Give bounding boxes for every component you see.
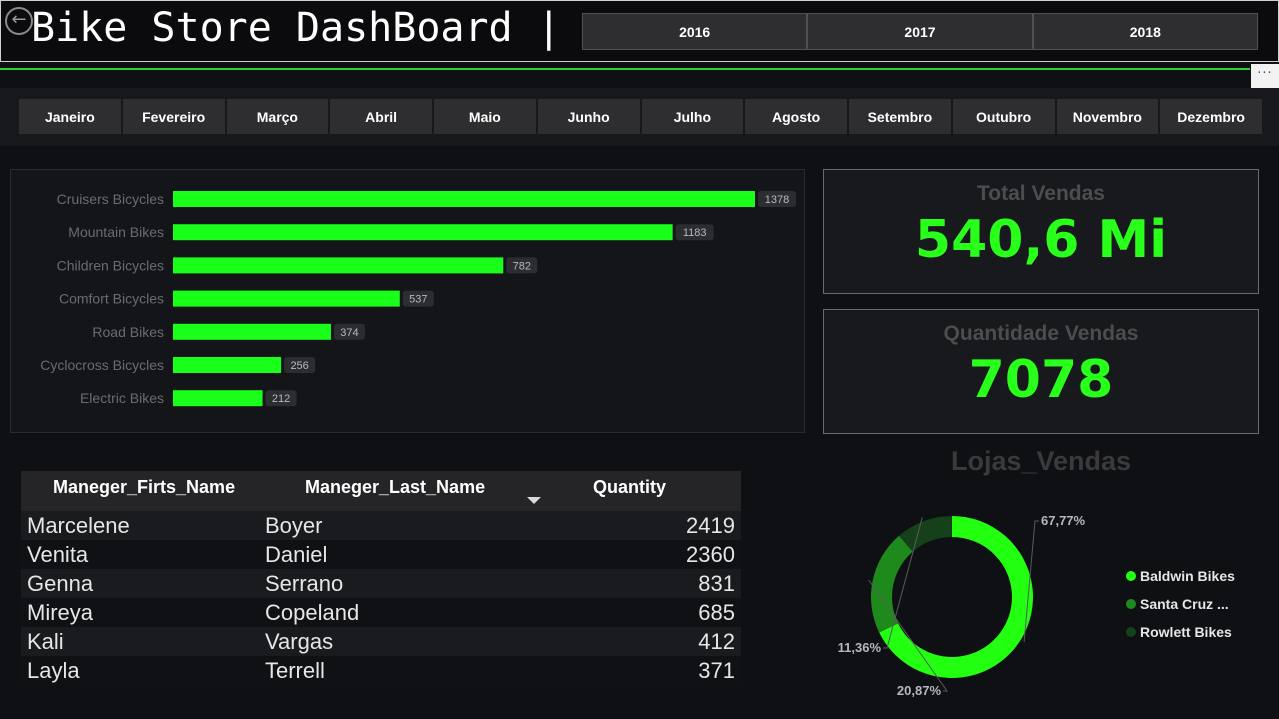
category-tick-label: Cyclocross Bicycles bbox=[40, 357, 164, 373]
data-label: 374 bbox=[340, 327, 358, 339]
month-button-abril[interactable]: Abril bbox=[330, 99, 432, 134]
bar[interactable] bbox=[173, 224, 673, 241]
legend-dot-icon bbox=[1126, 627, 1136, 637]
bar[interactable] bbox=[173, 191, 755, 207]
cell-quantity: 412 bbox=[698, 628, 735, 654]
cell-first-name: Layla bbox=[27, 657, 80, 683]
data-label: 782 bbox=[513, 260, 531, 272]
category-tick-label: Comfort Bicycles bbox=[59, 291, 164, 307]
slice-percent-label: 11,36% bbox=[838, 640, 882, 655]
bar[interactable] bbox=[173, 257, 504, 274]
cell-quantity: 2419 bbox=[686, 512, 735, 538]
month-button-maro[interactable]: Março bbox=[226, 99, 329, 134]
data-label: 212 bbox=[272, 393, 290, 405]
cell-last-name: Vargas bbox=[265, 628, 334, 654]
month-button-junho[interactable]: Junho bbox=[537, 99, 640, 134]
header-first-name[interactable]: Maneger_Firts_Name bbox=[21, 471, 265, 511]
data-label: 1183 bbox=[683, 227, 707, 239]
bar[interactable] bbox=[173, 290, 400, 307]
category-tick-label: Children Bicycles bbox=[57, 257, 164, 273]
leader-line bbox=[868, 579, 948, 692]
cell-first-name: Marcelene bbox=[27, 512, 130, 538]
cell-last-name: Terrell bbox=[265, 657, 325, 683]
year-button-2018[interactable]: 2018 bbox=[1032, 13, 1258, 50]
year-button-2017[interactable]: 2017 bbox=[807, 13, 1033, 50]
quantity-sales-label: Quantidade Vendas bbox=[943, 322, 1139, 345]
cell-first-name: Venita bbox=[27, 541, 89, 567]
sort-descending-icon[interactable] bbox=[527, 497, 541, 504]
month-button-dezembro[interactable]: Dezembro bbox=[1160, 99, 1262, 134]
legend-dot-icon bbox=[1126, 571, 1136, 581]
data-label: 537 bbox=[409, 294, 427, 306]
page-title: Bike Store DashBoard | bbox=[31, 5, 561, 51]
cell-first-name: Mireya bbox=[27, 599, 94, 625]
managers-table: Maneger_Firts_Name Maneger_Last_Name Qua… bbox=[21, 471, 741, 685]
legend-item[interactable]: Santa Cruz ... bbox=[1126, 590, 1235, 618]
cell-last-name: Boyer bbox=[265, 512, 323, 538]
year-slicer: 2016 2017 2018 bbox=[582, 13, 1258, 50]
month-button-novembro[interactable]: Novembro bbox=[1056, 99, 1159, 134]
dashboard-page: ← Bike Store DashBoard | 2016 2017 2018 … bbox=[0, 0, 1279, 719]
table-header: Maneger_Firts_Name Maneger_Last_Name Qua… bbox=[21, 471, 741, 511]
more-options-icon[interactable]: ··· bbox=[1251, 64, 1279, 88]
header-last-name[interactable]: Maneger_Last_Name bbox=[265, 471, 555, 511]
month-button-maio[interactable]: Maio bbox=[434, 99, 536, 134]
month-button-janeiro[interactable]: Janeiro bbox=[19, 99, 121, 134]
cell-last-name: Copeland bbox=[265, 599, 360, 625]
cell-first-name: Kali bbox=[27, 628, 64, 654]
category-tick-label: Mountain Bikes bbox=[68, 224, 164, 240]
legend-label: Santa Cruz ... bbox=[1140, 596, 1229, 612]
donut-title: Lojas_Vendas bbox=[950, 446, 1132, 476]
month-button-fevereiro[interactable]: Fevereiro bbox=[122, 99, 225, 134]
slice-percent-label: 67,77% bbox=[1041, 513, 1086, 528]
legend-label: Rowlett Bikes bbox=[1140, 624, 1232, 640]
month-button-setembro[interactable]: Setembro bbox=[849, 99, 951, 134]
table-row[interactable]: Genna Serrano 831 bbox=[21, 569, 741, 598]
donut-legend: Baldwin Bikes Santa Cruz ... Rowlett Bikes bbox=[1126, 562, 1235, 646]
data-label: 256 bbox=[290, 360, 308, 372]
cell-last-name: Daniel bbox=[265, 541, 328, 567]
cell-quantity: 2360 bbox=[686, 541, 735, 567]
legend-dot-icon bbox=[1126, 599, 1136, 609]
cell-quantity: 685 bbox=[698, 599, 735, 625]
category-tick-label: Road Bikes bbox=[92, 324, 164, 340]
total-sales-label: Total Vendas bbox=[977, 182, 1105, 205]
table-row[interactable]: Venita Daniel 2360 bbox=[21, 540, 741, 569]
total-sales-value: 540,6 Mi bbox=[914, 210, 1168, 270]
month-slicer: Janeiro Fevereiro Março Abril Maio Junho Julho… bbox=[0, 88, 1279, 146]
table-body: Marcelene Boyer 2419 Venita Daniel 2360 Genna S… bbox=[21, 511, 741, 685]
table-row[interactable]: Layla Terrell 371 bbox=[21, 656, 741, 685]
category-bar-chart: Cruisers Bicycles 1378 Mountain Bikes 1183 C… bbox=[10, 169, 805, 433]
category-tick-label: Electric Bikes bbox=[80, 390, 164, 406]
table-row[interactable]: Marcelene Boyer 2419 bbox=[21, 511, 741, 540]
legend-item[interactable]: Rowlett Bikes bbox=[1126, 618, 1235, 646]
total-sales-card: Total Vendas 540,6 Mi bbox=[823, 169, 1259, 294]
header-quantity[interactable]: Quantity bbox=[555, 471, 741, 511]
bar[interactable] bbox=[173, 323, 331, 340]
cell-quantity: 371 bbox=[698, 657, 735, 683]
month-button-julho[interactable]: Julho bbox=[641, 99, 744, 134]
table-row[interactable]: Mireya Copeland 685 bbox=[21, 598, 741, 627]
header: ← Bike Store DashBoard | 2016 2017 2018 bbox=[0, 0, 1279, 62]
bar[interactable] bbox=[173, 390, 263, 407]
quantity-sales-card: Quantidade Vendas 7078 bbox=[823, 309, 1259, 434]
table-row[interactable]: Kali Vargas 412 bbox=[21, 627, 741, 656]
bar-chart-svg: Cruisers Bicycles 1378 Mountain Bikes 1183 C… bbox=[40, 191, 796, 407]
legend-label: Baldwin Bikes bbox=[1140, 568, 1235, 584]
donut-slice[interactable] bbox=[871, 535, 913, 633]
back-arrow-icon[interactable]: ← bbox=[5, 7, 33, 35]
slice-percent-label: 20,87% bbox=[897, 683, 942, 698]
month-button-agosto[interactable]: Agosto bbox=[745, 99, 847, 134]
data-label: 1378 bbox=[765, 194, 789, 206]
cell-quantity: 831 bbox=[698, 570, 735, 596]
legend-item[interactable]: Baldwin Bikes bbox=[1126, 562, 1235, 590]
month-button-outubro[interactable]: Outubro bbox=[952, 99, 1055, 134]
quantity-sales-value: 7078 bbox=[968, 350, 1114, 410]
year-button-2016[interactable]: 2016 bbox=[582, 13, 808, 50]
accent-divider bbox=[0, 68, 1250, 70]
category-tick-label: Cruisers Bicycles bbox=[57, 191, 164, 207]
cell-last-name: Serrano bbox=[265, 570, 344, 596]
bar[interactable] bbox=[173, 357, 282, 373]
cell-first-name: Genna bbox=[27, 570, 94, 596]
